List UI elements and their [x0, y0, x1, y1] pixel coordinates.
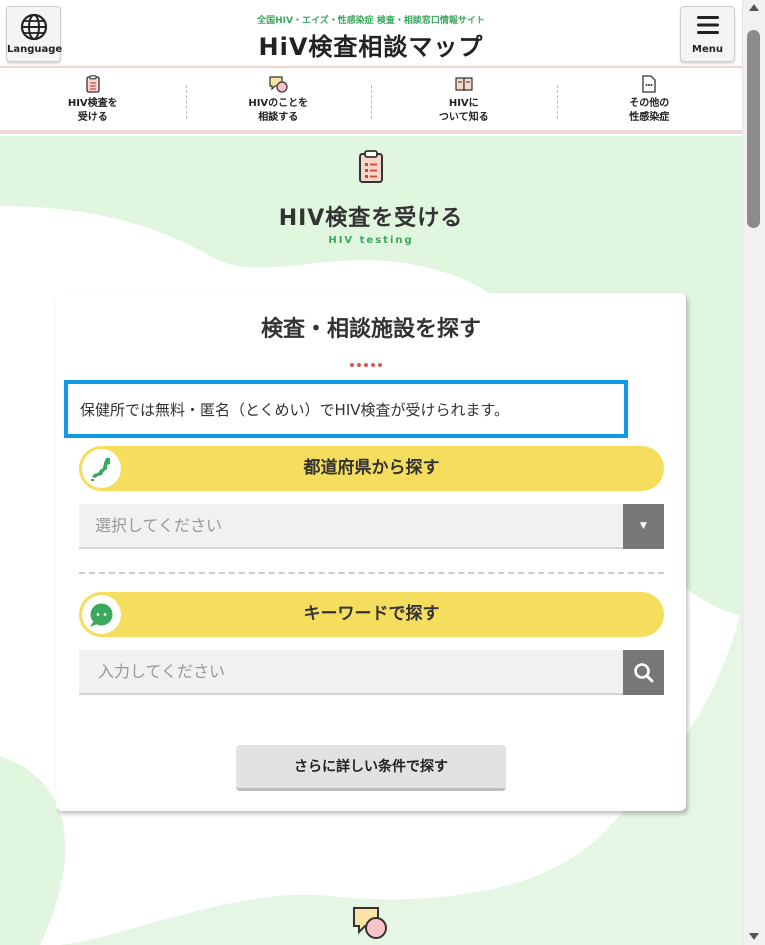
section-divider [79, 572, 664, 574]
site-header: Language 全国HIV・エイズ・性感染症 検査・相談窓口情報サイト HiV… [0, 0, 742, 68]
scrollbar-thumb[interactable] [747, 30, 760, 228]
book-icon [455, 77, 473, 92]
japan-map-icon [82, 449, 121, 488]
clipboard-icon [86, 75, 100, 93]
menu-button[interactable]: Menu [680, 6, 735, 62]
keyword-bubble-icon [82, 595, 121, 634]
site-logo[interactable]: HiV検査相談マップ [0, 27, 742, 62]
menu-label: Menu [692, 44, 723, 55]
select-placeholder: 選択してください [95, 516, 223, 535]
dropdown-arrow-icon[interactable]: ▼ [623, 504, 664, 549]
scroll-down-arrow-icon[interactable] [749, 933, 759, 940]
keyword-input[interactable]: 入力してください [79, 650, 664, 695]
nav-item-about-hiv[interactable]: HIVに ついて知る [371, 69, 557, 130]
nav-item-hiv-testing[interactable]: HIV検査を 受ける [0, 69, 186, 130]
search-card: 検査・相談施設を探す 保健所では無料・匿名（とくめい）でHIV検査が受けられます… [56, 293, 686, 811]
prefecture-select[interactable]: 選択してください ▼ [79, 504, 664, 549]
nav-label: その他の 性感染症 [629, 98, 670, 123]
notice-text: 保健所では無料・匿名（とくめい）でHIV検査が受けられます。 [80, 400, 510, 419]
search-icon [634, 663, 654, 683]
section-subtitle: HIV testing [328, 235, 414, 246]
section-title: HIV検査を受ける [278, 206, 464, 231]
nav-item-other-sti[interactable]: その他の 性感染症 [556, 69, 743, 130]
keyword-search-label: キーワードで探す [303, 604, 440, 624]
clipboard-icon [359, 150, 383, 183]
chat-bubble-icon [353, 907, 387, 939]
keyword-search-heading: キーワードで探す [79, 592, 664, 637]
site-tagline: 全国HIV・エイズ・性感染症 検査・相談窓口情報サイト [257, 16, 485, 26]
nav-item-consultation[interactable]: HIVのことを 相談する [185, 69, 372, 130]
nav-label: HIVに ついて知る [438, 98, 489, 123]
prefecture-search-label: 都道府県から探す [303, 458, 440, 478]
scroll-up-arrow-icon[interactable] [749, 4, 759, 11]
search-button[interactable] [623, 650, 664, 695]
search-card-title: 検査・相談施設を探す [260, 317, 481, 342]
nav-label: HIVのことを 相談する [248, 98, 309, 123]
nav-label: HIV検査を 受ける [67, 98, 118, 123]
input-placeholder: 入力してください [98, 662, 226, 681]
free-testing-notice: 保健所では無料・匿名（とくめい）でHIV検査が受けられます。 [64, 380, 628, 438]
title-divider-dots [350, 363, 382, 367]
prefecture-search-heading: 都道府県から探す [79, 446, 664, 491]
hamburger-icon [696, 16, 719, 34]
main-nav: HIV検査を 受ける HIVのことを 相談する HIVに ついて知る その他の … [0, 69, 742, 134]
chat-bubble-icon [269, 76, 288, 93]
advanced-search-button[interactable]: さらに詳しい条件で探す [236, 745, 506, 791]
document-icon [642, 75, 656, 93]
vertical-scrollbar[interactable] [742, 0, 765, 945]
